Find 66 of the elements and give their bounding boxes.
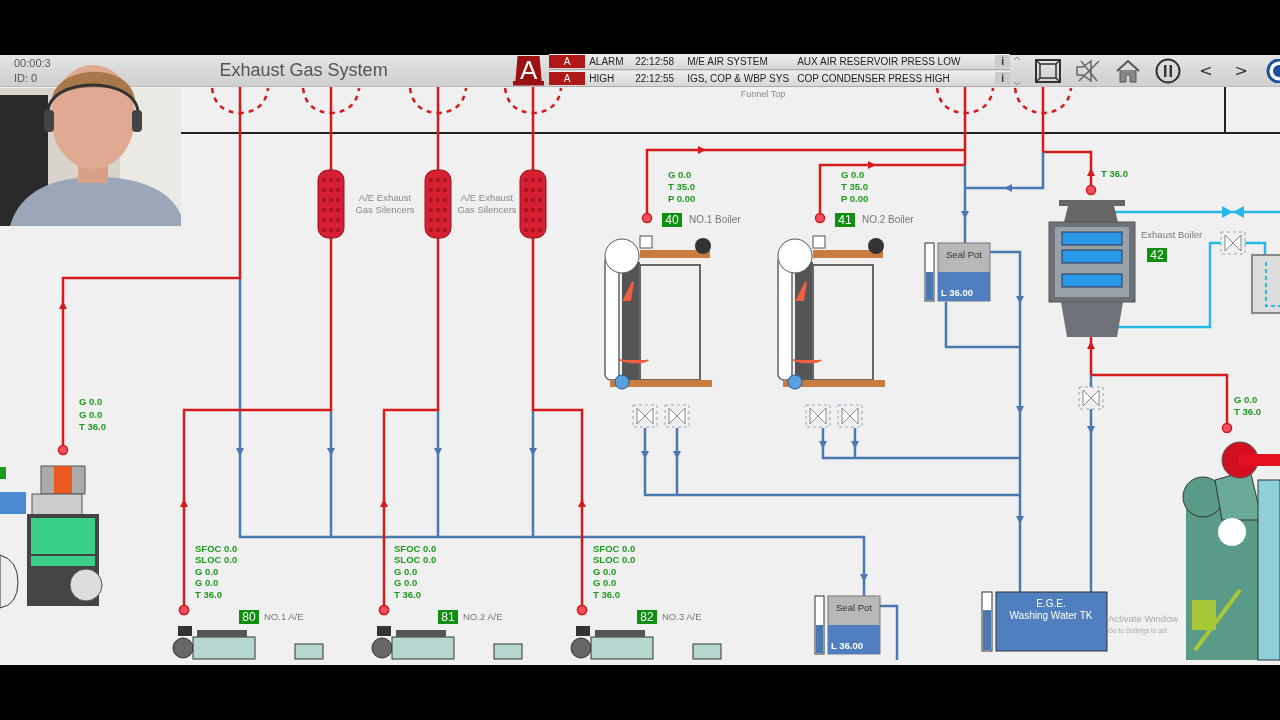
reading-value: SFOC 0.0	[394, 543, 437, 554]
reading-value: T 35.0	[841, 181, 868, 193]
alarm-level: HIGH	[589, 73, 616, 84]
reading-value: G 0.0	[593, 577, 617, 589]
equipment-name: NO.1 Boiler	[689, 214, 741, 225]
alarm-badge: A	[549, 55, 586, 68]
reading-value: G 0.0	[394, 577, 418, 589]
reading-value: G 0.0	[79, 396, 103, 407]
reading-value: T 36.0	[79, 421, 106, 432]
reading-value: G 0.0	[841, 169, 865, 180]
equipment-name: NO.2 Boiler	[862, 214, 914, 225]
alarm-indicator[interactable]: A	[512, 55, 545, 86]
activation-notice: Activate Window	[1108, 613, 1179, 624]
reading-value: T 36.0	[195, 588, 222, 600]
seal-pot-label: Seal Pot	[836, 602, 872, 613]
equipment-name: NO.2 A/E	[463, 611, 503, 622]
nav-button[interactable]: >	[1230, 61, 1252, 80]
reading-value: T 36.0	[593, 588, 620, 600]
reading-value: T 35.0	[668, 181, 695, 193]
alarm-level: ALARM	[589, 56, 625, 67]
reading-value: G 0.0	[394, 565, 418, 577]
alarm-time: 22:12:55	[635, 73, 676, 84]
elapsed-time: 00:00:3	[14, 57, 52, 69]
alarm-system: M/E AIR SYSTEM	[687, 56, 769, 67]
equipment-tag[interactable]: 42	[1147, 248, 1167, 262]
level-reading: L 36.00	[941, 287, 974, 298]
reading-value: T 36.0	[394, 588, 421, 600]
equipment-tag[interactable]: 81	[438, 610, 458, 624]
equipment-tag[interactable]: 40	[662, 213, 682, 227]
level-reading: L 36.00	[831, 640, 864, 651]
equipment-name: NO.1 A/E	[264, 611, 304, 622]
reading-value: G 0.0	[593, 565, 617, 577]
equipment-name: NO.3 A/E	[662, 611, 702, 622]
seal-pot-label: Seal Pot	[946, 249, 982, 260]
session-id: ID: 0	[14, 72, 39, 84]
tank-label: E.G.E. Washing Water TK	[1009, 598, 1093, 621]
window-title: Exhaust Gas System	[218, 60, 389, 81]
reading-value: G 0.0	[195, 565, 219, 577]
silencer-label: A/E Exhaust Gas Silencers	[355, 192, 415, 215]
reading-value: G 0.0	[668, 169, 692, 180]
silencer-label: A/E Exhaust Gas Silencers	[457, 192, 517, 215]
reading-value: SLOC 0.0	[195, 554, 238, 566]
reading-value: SLOC 0.0	[593, 554, 636, 566]
equipment-tag[interactable]: 80	[239, 610, 259, 624]
funnel-label: Funnel Top	[740, 89, 786, 99]
reading-value: P 0.00	[668, 193, 696, 205]
info-button[interactable]: i	[995, 72, 1011, 85]
alarm-time: 22:12:58	[635, 56, 676, 67]
reading-value: T 36.0	[1234, 406, 1261, 417]
nav-button[interactable]: <	[1195, 61, 1217, 80]
reading-value: G 0.0	[1234, 394, 1258, 405]
reading-value: G 0.0	[79, 408, 103, 420]
reading-value: T 36.0	[1101, 168, 1128, 179]
equipment-tag[interactable]: 82	[637, 610, 657, 624]
equipment-name: Exhaust Boiler	[1141, 229, 1203, 240]
alarm-message: AUX AIR RESERVOIR PRESS LOW	[797, 56, 962, 67]
equipment-tag[interactable]: 41	[835, 213, 855, 227]
reading-value: G 0.0	[195, 577, 219, 589]
reading-value: SFOC 0.0	[593, 543, 636, 554]
reading-value: P 0.00	[841, 193, 869, 205]
reading-value: SFOC 0.0	[195, 543, 238, 554]
info-button[interactable]: i	[995, 55, 1011, 68]
alarm-badge: A	[549, 72, 586, 85]
reading-value: SLOC 0.0	[394, 554, 437, 566]
alarm-system: IGS, COP & WBP SYS	[687, 73, 791, 84]
alarm-message: COP CONDENSER PRESS HIGH	[797, 73, 951, 84]
